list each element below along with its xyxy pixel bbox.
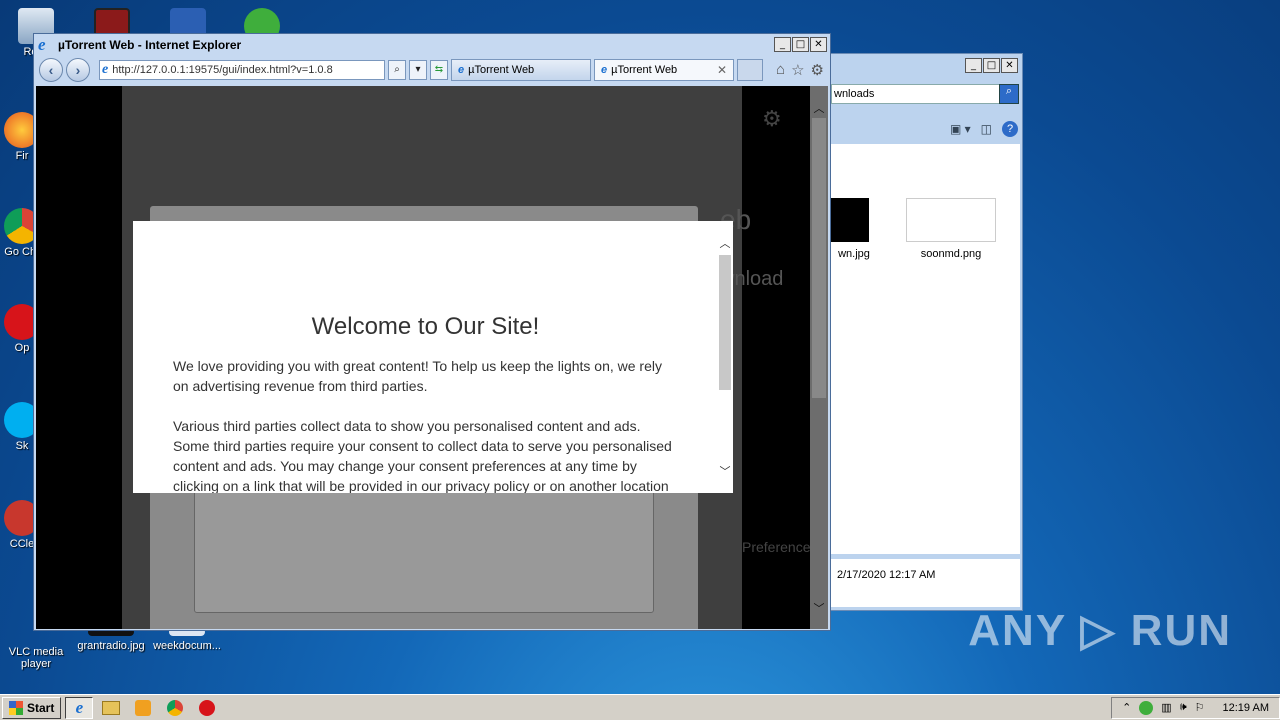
minimize-button[interactable]: _	[774, 37, 791, 52]
ie-titlebar[interactable]: e µTorrent Web - Internet Explorer	[34, 34, 830, 56]
network-icon[interactable]: ▥	[1161, 701, 1171, 714]
close-button[interactable]: ✕	[810, 37, 827, 52]
scroll-thumb[interactable]	[812, 118, 826, 398]
taskbar-ie-icon[interactable]: e	[65, 696, 94, 719]
desktop-icon-grantradio[interactable]: grantradio.jpg	[74, 628, 148, 652]
taskbar-chrome-icon[interactable]	[161, 697, 189, 719]
action-center-flag-icon[interactable]: ⚐	[1195, 701, 1205, 714]
tab-label: µTorrent Web	[611, 64, 678, 76]
taskbar-media-icon[interactable]	[129, 697, 157, 719]
tray-utorrent-icon[interactable]	[1139, 700, 1154, 715]
explorer-toolbar: ▣ ▾ ◫ ?	[831, 118, 1018, 140]
file-item[interactable]: soonmd.png	[901, 198, 1001, 260]
desktop-icon-label: grantradio.jpg	[77, 640, 145, 652]
new-tab-button[interactable]	[737, 59, 763, 81]
taskbar-explorer-icon[interactable]	[97, 697, 125, 719]
file-item[interactable]: wn.jpg	[831, 198, 877, 260]
minimize-button[interactable]: _	[965, 58, 982, 73]
taskbar-opera-icon[interactable]	[193, 697, 221, 719]
settings-gear-icon[interactable]: ⚙	[762, 106, 782, 132]
address-bar[interactable]: e http://127.0.0.1:19575/gui/index.html?…	[99, 60, 385, 80]
maximize-button[interactable]: □	[983, 58, 1000, 73]
date-value: 2/17/2020 12:17 AM	[837, 569, 936, 581]
search-icon[interactable]: ⌕	[999, 84, 1019, 104]
ie-navbar: ‹ › e http://127.0.0.1:19575/gui/index.h…	[36, 56, 828, 84]
modal-paragraph: Various third parties collect data to sh…	[173, 418, 672, 493]
scroll-down-icon[interactable]: ﹀	[717, 463, 733, 479]
file-name: soonmd.png	[920, 248, 982, 260]
explorer-file-pane: wn.jpg soonmd.png	[831, 144, 1020, 554]
taskbar: Start e ⌃ ▥ 🕪 ⚐ 12:19 AM	[0, 694, 1280, 720]
explorer-address-field[interactable]: wnloads	[831, 84, 1001, 104]
desktop-icon-weekdocument[interactable]: weekdocum...	[150, 628, 224, 652]
start-label: Start	[27, 700, 55, 715]
close-button[interactable]: ✕	[1001, 58, 1018, 73]
anyrun-watermark: ANY ▷ RUN	[968, 606, 1232, 655]
preview-pane-icon[interactable]: ◫	[981, 122, 992, 136]
scroll-up-icon[interactable]: ︿	[810, 100, 828, 116]
tab-ie-icon: e	[601, 64, 608, 76]
scroll-thumb[interactable]	[719, 255, 731, 390]
favorites-star-icon[interactable]: ☆	[791, 61, 804, 79]
desktop-icon-label: VLC media player	[8, 646, 64, 670]
desktop-icon-label: weekdocum...	[153, 640, 221, 652]
tab-utorrent-1[interactable]: e µTorrent Web	[451, 59, 591, 81]
system-tray: ⌃ ▥ 🕪 ⚐ 12:19 AM	[1111, 696, 1280, 719]
view-options-icon[interactable]: ▣ ▾	[950, 122, 971, 136]
utorrent-inner-panel	[194, 481, 654, 613]
tab-close-icon[interactable]: ✕	[717, 63, 727, 77]
volume-icon[interactable]: 🕪	[1180, 701, 1187, 714]
ie-logo-icon: e	[38, 35, 46, 54]
file-name: wn.jpg	[838, 248, 870, 260]
modal-paragraph: We love providing you with great content…	[173, 358, 662, 394]
tray-expand-icon[interactable]: ⌃	[1122, 701, 1131, 714]
preferences-link-partial[interactable]: Preference	[742, 539, 810, 555]
tools-gear-icon[interactable]: ⚙	[811, 61, 824, 79]
scroll-down-icon[interactable]: ﹀	[810, 600, 828, 616]
forward-icon[interactable]: ›	[66, 58, 90, 82]
desktop-icon-vlc[interactable]: VLC media player	[6, 632, 66, 670]
modal-scrollbar[interactable]: ︿ ﹀	[717, 221, 733, 493]
explorer-window[interactable]: _ □ ✕ wnloads ⌕ ▣ ▾ ◫ ? wn.jpg soonmd.pn…	[826, 53, 1023, 611]
ie-page-icon: e	[102, 62, 109, 77]
window-controls: _ □ ✕	[965, 58, 1018, 73]
ie-window[interactable]: e µTorrent Web - Internet Explorer _ □ ✕…	[33, 33, 831, 631]
maximize-button[interactable]: □	[792, 37, 809, 52]
address-dropdown-icon[interactable]: ▾	[409, 60, 427, 80]
modal-heading: Welcome to Our Site!	[311, 313, 540, 340]
scroll-up-icon[interactable]: ︿	[717, 235, 733, 251]
back-icon[interactable]: ‹	[39, 58, 63, 82]
consent-modal: Welcome to Our Site! We love providing y…	[133, 221, 733, 493]
tab-label: µTorrent Web	[468, 64, 535, 76]
window-controls: _ □ ✕	[774, 37, 827, 52]
help-icon[interactable]: ?	[1002, 121, 1018, 137]
url-text: http://127.0.0.1:19575/gui/index.html?v=…	[112, 64, 333, 76]
search-dropdown-icon[interactable]: ⌕	[388, 60, 406, 80]
image-thumbnail	[906, 198, 996, 242]
ie-command-icons: ⌂ ☆ ⚙	[776, 61, 824, 79]
refresh-icon[interactable]: ⇆	[430, 60, 448, 80]
page-scrollbar[interactable]: ︿ ﹀	[810, 86, 828, 629]
clock[interactable]: 12:19 AM	[1223, 702, 1269, 714]
windows-logo-icon	[9, 700, 23, 715]
window-title: µTorrent Web - Internet Explorer	[58, 38, 242, 52]
tab-ie-icon: e	[458, 64, 465, 76]
tab-utorrent-2[interactable]: e µTorrent Web ✕	[594, 59, 734, 81]
details-pane: 2/17/2020 12:17 AM	[831, 559, 1020, 607]
ie-content-area: ⚙ eb wnload Preference Welcome to Our Si…	[36, 86, 828, 629]
start-button[interactable]: Start	[2, 696, 62, 719]
home-icon[interactable]: ⌂	[776, 61, 785, 79]
image-thumbnail	[831, 198, 869, 242]
